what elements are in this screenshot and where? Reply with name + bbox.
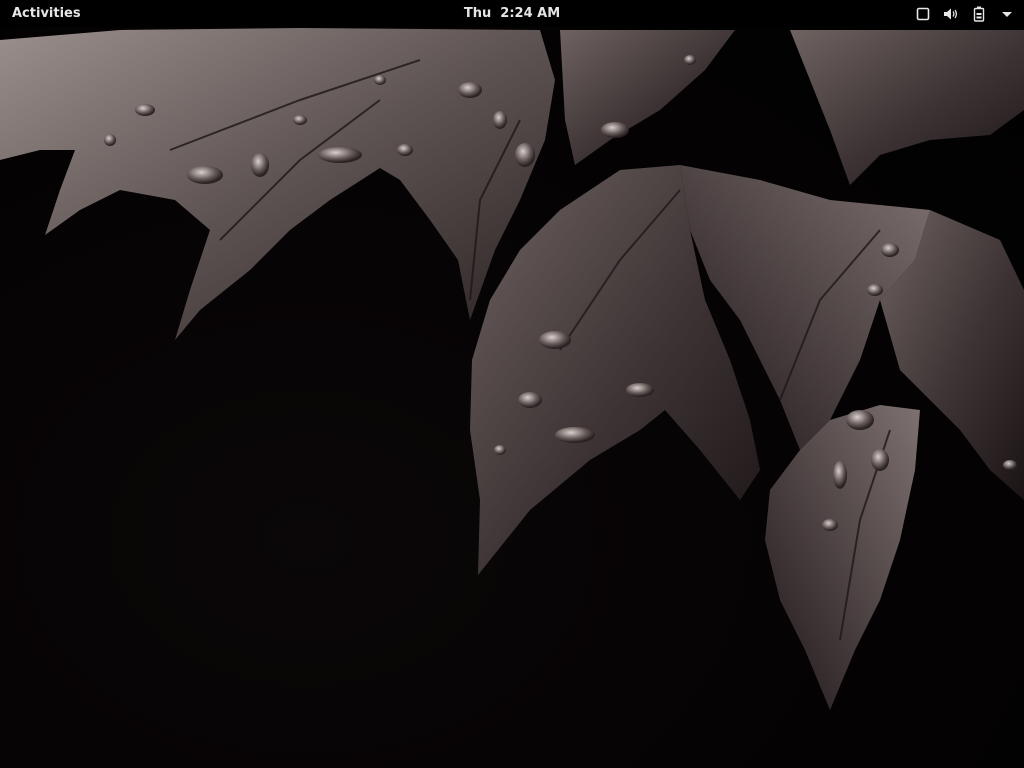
leaf-shape	[765, 405, 920, 710]
system-status-area[interactable]	[914, 0, 1016, 27]
activities-button[interactable]: Activities	[0, 0, 93, 27]
battery-icon[interactable]	[970, 5, 988, 23]
volume-icon[interactable]	[942, 5, 960, 23]
leaf-shape	[790, 30, 1024, 185]
leaf-shape	[560, 30, 735, 165]
system-menu-arrow-icon[interactable]	[998, 5, 1016, 23]
leaf-shape	[0, 28, 555, 340]
clock-button[interactable]: Thu 2:24 AM	[442, 0, 582, 27]
clock-day: Thu	[463, 6, 492, 21]
clock-time: 2:24 AM	[500, 6, 561, 21]
desktop-wallpaper	[0, 28, 1024, 710]
top-bar: Activities Thu 2:24 AM	[0, 0, 1024, 27]
desktop-screen: Activities Thu 2:24 AM	[0, 0, 1024, 768]
window-icon[interactable]	[914, 5, 932, 23]
